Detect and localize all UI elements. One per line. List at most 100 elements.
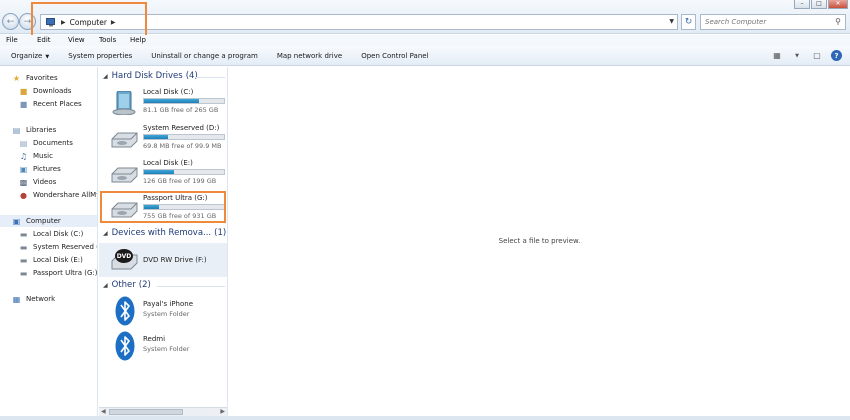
refresh-button[interactable]: ↻ (681, 14, 696, 30)
downloads-folder-icon: ■ (19, 86, 28, 96)
preview-message: Select a file to preview. (498, 237, 581, 245)
hard-drive-icon: ▬ (19, 268, 28, 278)
group-hdd-count: (4) (185, 71, 198, 81)
collapse-triangle-icon[interactable]: ◢ (103, 282, 108, 289)
preview-pane-icon[interactable]: ▢ (811, 50, 823, 61)
nav-local-e-label: Local Disk (E:) (33, 256, 83, 264)
nav-network-label: Network (26, 295, 56, 303)
selected-drive-highlight-box (100, 191, 226, 223)
change-view-icon[interactable]: ▦ (771, 50, 783, 61)
svg-text:DVD: DVD (117, 253, 132, 260)
nav-passport-ultra-g[interactable]: ▬ Passport Ultra (G:) (18, 268, 98, 278)
back-arrow-icon: ← (6, 16, 15, 27)
other-item[interactable]: Payal's iPhone System Folder (99, 294, 227, 328)
drive-name: System Reserved (D:) (143, 124, 220, 132)
drive-name: Local Disk (C:) (143, 88, 194, 96)
organize-button[interactable]: Organize ▼ (11, 52, 49, 60)
address-dropdown-icon[interactable]: ▼ (669, 18, 674, 25)
drive-usage-fill (144, 170, 174, 174)
horizontal-scrollbar[interactable]: ◀ ▶ (99, 407, 227, 416)
nav-computer[interactable]: ▣ Computer (11, 216, 61, 226)
scrollbar-thumb[interactable] (109, 409, 183, 415)
music-icon: ♫ (19, 151, 28, 161)
menu-edit[interactable]: Edit (31, 35, 62, 46)
nav-wondershare[interactable]: ● Wondershare AllMyT (18, 190, 97, 200)
view-controls: ▦ ▼ ▢ ? (771, 50, 842, 61)
help-icon[interactable]: ? (831, 50, 842, 61)
other-item[interactable]: Redmi System Folder (99, 329, 227, 363)
hard-drive-icon: ▬ (19, 255, 28, 265)
group-divider (195, 77, 225, 78)
nav-local-disk-c[interactable]: ▬ Local Disk (C:) (18, 229, 84, 239)
network-icon: ▦ (12, 294, 21, 304)
uninstall-program-button[interactable]: Uninstall or change a program (151, 52, 258, 60)
hard-drive-icon (111, 167, 138, 183)
nav-recent-places[interactable]: ■ Recent Places (18, 99, 82, 109)
group-hdd-title: Hard Disk Drives (111, 71, 183, 81)
nav-local-disk-e[interactable]: ▬ Local Disk (E:) (18, 255, 83, 265)
open-control-panel-button[interactable]: Open Control Panel (361, 52, 428, 60)
map-network-drive-button[interactable]: Map network drive (277, 52, 342, 60)
device-item[interactable]: DVD DVD RW Drive (F:) (99, 243, 227, 277)
scroll-left-icon[interactable]: ◀ (101, 408, 106, 415)
nav-network[interactable]: ▦ Network (11, 294, 56, 304)
drive-item[interactable]: Local Disk (E:) 126 GB free of 199 GB (99, 156, 227, 190)
nav-videos-label: Videos (33, 178, 57, 186)
collapse-triangle-icon[interactable]: ◢ (103, 73, 108, 80)
other-item-type: System Folder (143, 310, 190, 318)
scroll-right-icon[interactable]: ▶ (220, 408, 225, 415)
minimize-button[interactable]: – (794, 0, 810, 9)
drive-usage-fill (144, 135, 168, 139)
drive-usage-bar (143, 98, 225, 104)
system-properties-button[interactable]: System properties (68, 52, 132, 60)
hard-drive-icon (111, 132, 138, 148)
title-bar: ← → ▶ Computer ▶ ▼ ↻ ⚲ – □ ✕ (0, 0, 850, 42)
nav-favorites[interactable]: ★ Favorites (11, 73, 58, 83)
refresh-icon: ↻ (684, 17, 693, 27)
group-removable-storage[interactable]: ◢ Devices with Remova... (1) (103, 228, 226, 238)
collapse-triangle-icon[interactable]: ◢ (103, 230, 108, 237)
nav-music[interactable]: ♫ Music (18, 151, 53, 161)
close-button[interactable]: ✕ (828, 0, 848, 9)
search-icon[interactable]: ⚲ (835, 17, 841, 26)
wondershare-icon: ● (20, 190, 27, 200)
menu-file[interactable]: File (0, 35, 31, 46)
drive-free-space: 126 GB free of 199 GB (143, 177, 217, 185)
nav-favorites-label: Favorites (26, 74, 58, 82)
libraries-icon: ▤ (12, 125, 21, 135)
drive-item[interactable]: System Reserved (D:) 69.8 MB free of 99.… (99, 121, 227, 155)
nav-downloads[interactable]: ■ Downloads (18, 86, 72, 96)
back-button[interactable]: ← (2, 13, 19, 30)
other-item-name: Redmi (143, 335, 166, 343)
group-hard-disk-drives[interactable]: ◢ Hard Disk Drives (4) (103, 71, 198, 81)
group-removable-count: (1) (214, 228, 227, 238)
navigation-pane: ★ Favorites ■ Downloads ■ Recent Places … (0, 67, 98, 420)
search-box[interactable]: ⚲ (700, 14, 846, 30)
maximize-button[interactable]: □ (811, 0, 827, 9)
hard-drive-icon: ▬ (19, 242, 28, 252)
nav-libraries-label: Libraries (26, 126, 57, 134)
drive-usage-bar (143, 134, 225, 140)
device-name: DVD RW Drive (F:) (143, 256, 207, 264)
nav-pictures-label: Pictures (33, 165, 61, 173)
drive-item[interactable]: Local Disk (C:) 81.1 GB free of 265 GB (99, 85, 227, 119)
menu-tools[interactable]: Tools (93, 35, 124, 46)
documents-icon: ▤ (19, 138, 28, 148)
menu-view[interactable]: View (62, 35, 93, 46)
nav-system-reserved-d[interactable]: ▬ System Reserved (D: (18, 242, 97, 252)
menu-bar: File Edit View Tools Help (0, 35, 850, 46)
drive-usage-fill (144, 99, 200, 103)
view-dropdown-icon[interactable]: ▼ (791, 50, 803, 61)
search-input[interactable] (705, 18, 830, 26)
group-divider (157, 286, 225, 287)
preview-pane: Select a file to preview. (227, 67, 850, 416)
nav-documents[interactable]: ▤ Documents (18, 138, 73, 148)
nav-videos[interactable]: ▩ Videos (18, 177, 57, 187)
bluetooth-icon (115, 331, 135, 361)
nav-passport-g-label: Passport Ultra (G:) (33, 269, 98, 277)
nav-libraries[interactable]: ▤ Libraries (11, 125, 57, 135)
drive-free-space: 81.1 GB free of 265 GB (143, 106, 219, 114)
group-other[interactable]: ◢ Other (2) (103, 280, 151, 290)
menu-help[interactable]: Help (124, 35, 155, 46)
nav-pictures[interactable]: ▣ Pictures (18, 164, 61, 174)
